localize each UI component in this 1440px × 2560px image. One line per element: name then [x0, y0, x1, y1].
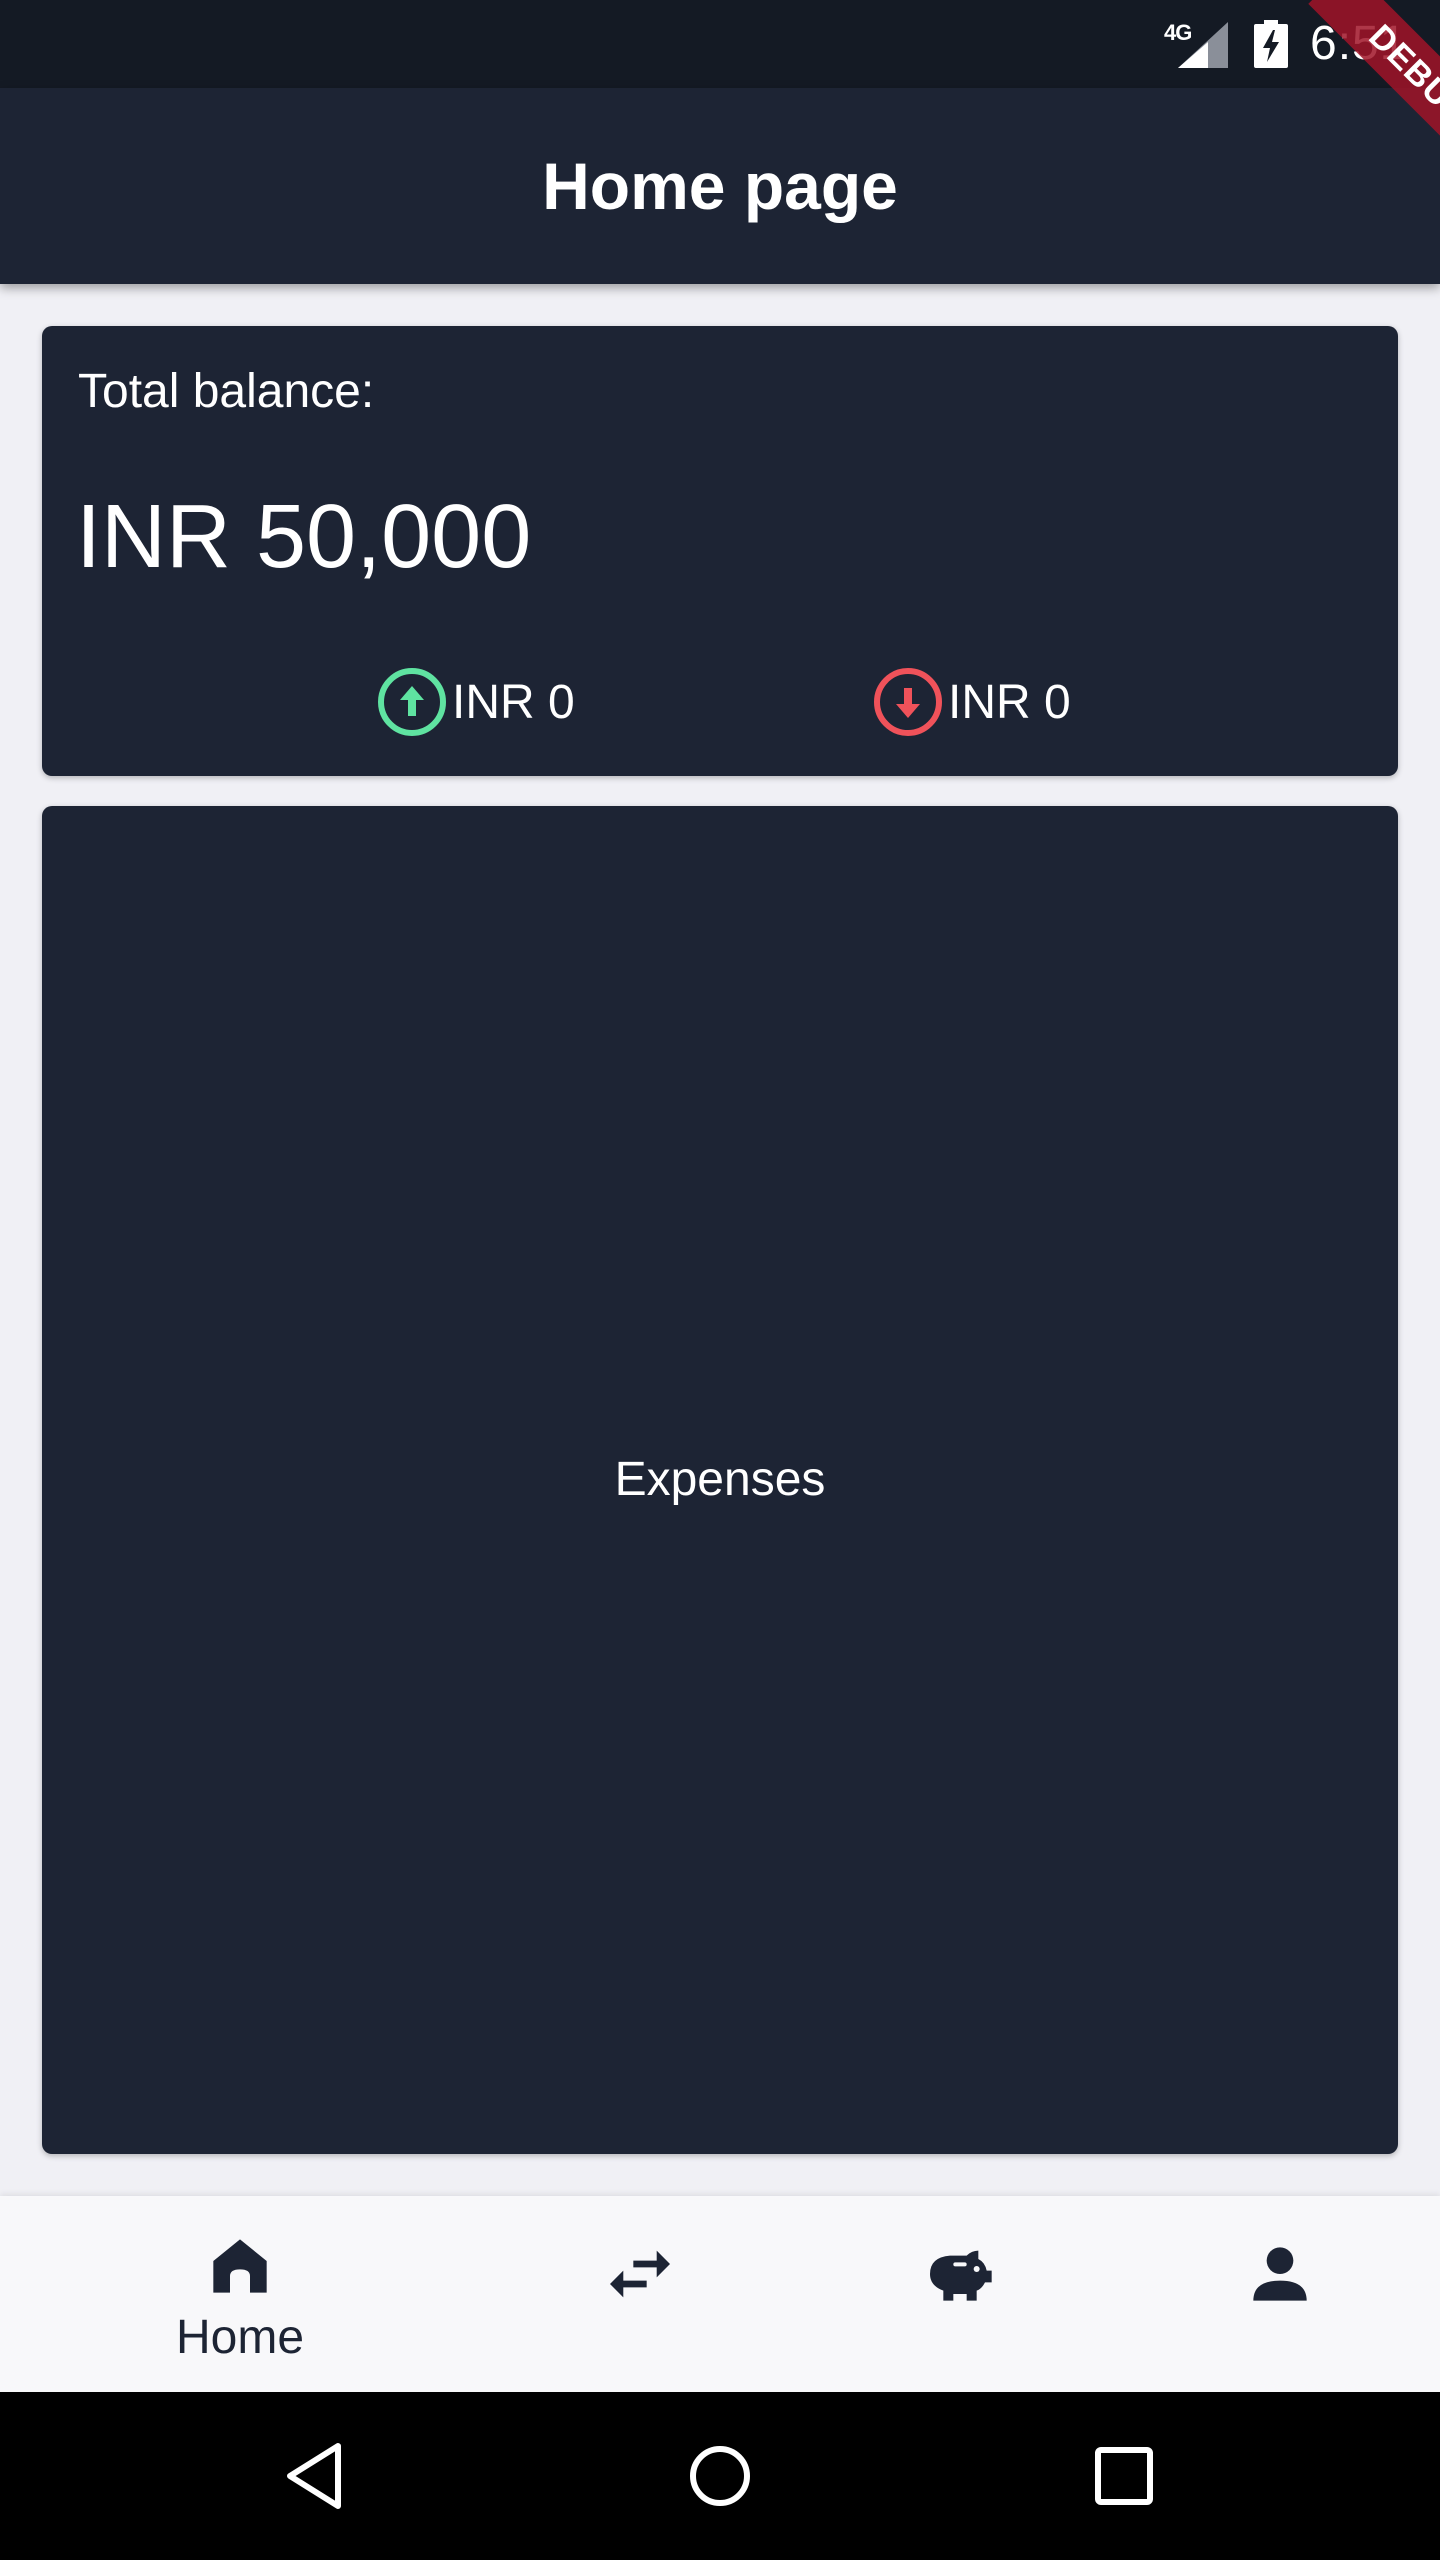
page-title: Home page: [542, 149, 898, 223]
clock: 6:51: [1310, 17, 1408, 70]
home-icon: [213, 2239, 267, 2293]
home-circle-icon[interactable]: [680, 2436, 760, 2516]
income-summary: INR 0: [376, 666, 575, 738]
nav-item-profile[interactable]: [1120, 2196, 1440, 2392]
balance-card: Total balance: INR 50,000 INR 0 INR 0: [42, 326, 1398, 776]
nav-item-home[interactable]: Home: [80, 2196, 400, 2392]
nav-item-savings[interactable]: [800, 2196, 1120, 2392]
balance-label: Total balance:: [78, 365, 375, 418]
recents-square-icon[interactable]: [1084, 2436, 1164, 2516]
expenses-label: Expenses: [614, 1453, 826, 1506]
income-amount: INR 0: [452, 675, 575, 729]
system-navigation-bar: [0, 2392, 1440, 2560]
person-icon: [1253, 2247, 1307, 2301]
swap-arrows-icon: [610, 2250, 670, 2298]
status-bar: 4G 6:51: [0, 0, 1440, 88]
back-icon[interactable]: [276, 2436, 356, 2516]
app-bar: Home page: [0, 88, 1440, 284]
expense-summary: INR 0: [872, 666, 1071, 738]
arrow-up-circle-icon: [378, 668, 446, 736]
balance-amount: INR 50,000: [76, 487, 532, 587]
signal-icon: [1178, 22, 1228, 68]
battery-charging-icon: [1254, 20, 1288, 68]
expense-amount: INR 0: [948, 675, 1071, 729]
expenses-chart-card: Expenses: [42, 806, 1398, 2154]
nav-item-transactions[interactable]: [480, 2196, 800, 2392]
nav-label-home: Home: [175, 2311, 305, 2364]
arrow-down-circle-icon: [874, 668, 942, 736]
bottom-navigation: Home: [0, 2196, 1440, 2392]
piggy-bank-icon: [930, 2250, 992, 2301]
